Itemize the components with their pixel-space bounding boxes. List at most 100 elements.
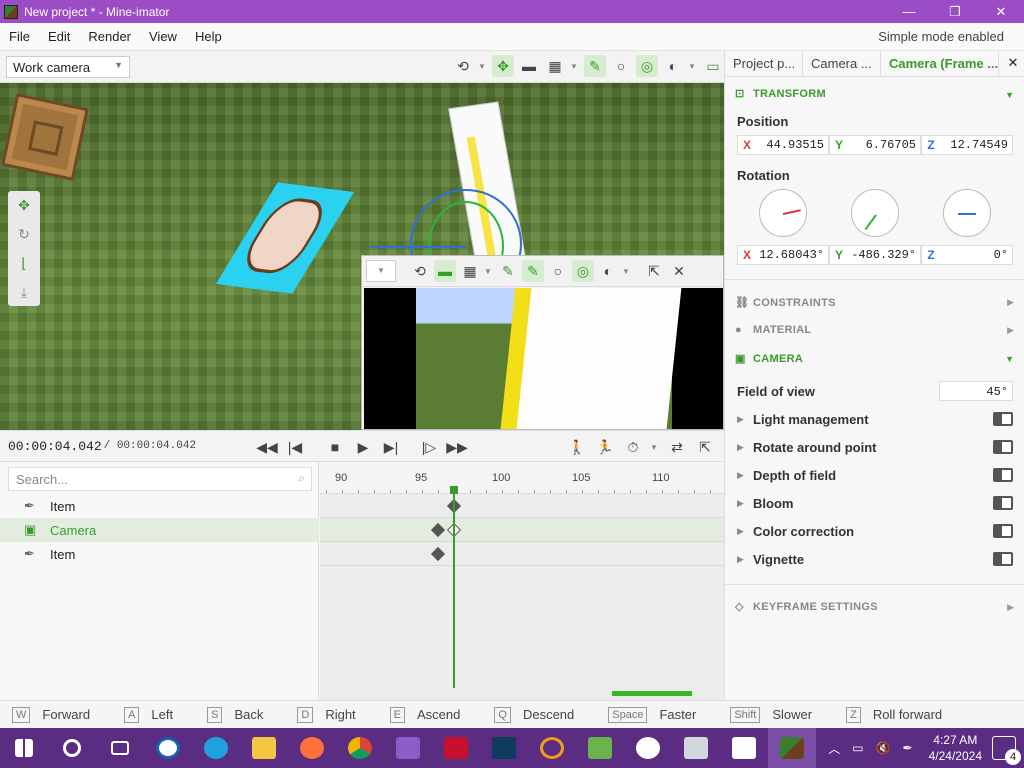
clock[interactable]: 4:27 AM 4/24/2024 bbox=[929, 732, 982, 764]
horizontal-scrollbar[interactable] bbox=[612, 691, 692, 696]
toggle[interactable] bbox=[993, 552, 1013, 566]
chevron-up-icon[interactable]: ︿ bbox=[828, 740, 840, 757]
pivot-icon[interactable]: ⟲ bbox=[409, 260, 431, 282]
tree-item-camera[interactable]: ▣ Camera bbox=[0, 518, 319, 542]
pen-icon[interactable]: ✒ bbox=[903, 741, 913, 755]
minimize-button[interactable]: — bbox=[886, 4, 932, 19]
snap-icon[interactable]: ▬ bbox=[434, 260, 456, 282]
position-x-field[interactable]: X 44.93515 bbox=[737, 135, 829, 155]
section-material[interactable]: ● MATERIAL bbox=[735, 324, 811, 336]
section-transform[interactable]: ⊡ TRANSFORM bbox=[735, 87, 826, 101]
menu-view[interactable]: View bbox=[140, 29, 186, 44]
chevron-down-icon[interactable]: ▼ bbox=[650, 443, 660, 452]
overlay-icon[interactable]: ◎ bbox=[572, 260, 594, 282]
section-keyframe-settings[interactable]: ◇ KEYFRAME SETTINGS bbox=[735, 600, 878, 614]
volume-muted-icon[interactable]: 🔇 bbox=[876, 741, 891, 755]
menu-help[interactable]: Help bbox=[186, 29, 231, 44]
camera-select[interactable]: Work camera ▼ bbox=[6, 56, 130, 78]
grid-icon[interactable]: ▦ bbox=[544, 55, 566, 77]
tree-item[interactable]: ✒ Item bbox=[0, 494, 319, 518]
mine-imator-icon[interactable] bbox=[768, 728, 816, 768]
tab-project[interactable]: Project p... bbox=[725, 51, 803, 76]
toggle[interactable] bbox=[993, 496, 1013, 510]
windows-start-icon[interactable] bbox=[0, 728, 48, 768]
menu-edit[interactable]: Edit bbox=[39, 29, 79, 44]
fg-app-icon[interactable] bbox=[432, 728, 480, 768]
chevron-down-icon[interactable]: ▼ bbox=[622, 267, 632, 276]
play-icon[interactable]: ▶ bbox=[352, 436, 374, 458]
search-input[interactable]: Search... ⌕ bbox=[8, 467, 312, 491]
scene-picture-object[interactable] bbox=[215, 182, 355, 294]
paint-icon[interactable]: ✎ bbox=[497, 260, 519, 282]
internet-explorer-icon[interactable] bbox=[192, 728, 240, 768]
rotation-y-field[interactable]: Y -486.329° bbox=[829, 245, 921, 265]
move-icon[interactable]: ✥ bbox=[13, 194, 35, 216]
circle-icon[interactable]: ○ bbox=[547, 260, 569, 282]
prop-bloom[interactable]: ▶ Bloom bbox=[737, 492, 1013, 514]
overlay-icon[interactable]: ◎ bbox=[636, 55, 658, 77]
next-marker-icon[interactable]: ▶| bbox=[380, 436, 402, 458]
run-icon[interactable]: 🏃 bbox=[594, 436, 616, 458]
loop-icon[interactable]: ⇄ bbox=[666, 436, 688, 458]
next-frame-icon[interactable]: |▷ bbox=[418, 436, 440, 458]
rotation-z-field[interactable]: Z 0° bbox=[921, 245, 1013, 265]
scale-icon[interactable]: ⌊ bbox=[13, 252, 35, 274]
close-icon[interactable]: ✕ bbox=[668, 260, 690, 282]
popout-icon[interactable]: ⇱ bbox=[643, 260, 665, 282]
timer-icon[interactable]: ⏱ bbox=[622, 436, 644, 458]
timeline-row[interactable] bbox=[320, 494, 724, 518]
chevron-right-icon[interactable]: ▶ bbox=[1007, 602, 1014, 613]
menu-render[interactable]: Render bbox=[79, 29, 140, 44]
stop-icon[interactable]: ■ bbox=[324, 436, 346, 458]
close-icon[interactable]: ✕ bbox=[1002, 51, 1024, 76]
toggle[interactable] bbox=[993, 524, 1013, 538]
notification-center-icon[interactable]: 4 bbox=[992, 736, 1021, 765]
chart-app-icon[interactable] bbox=[576, 728, 624, 768]
chevron-down-icon[interactable]: ▼ bbox=[1005, 90, 1014, 100]
menu-file[interactable]: File bbox=[0, 29, 39, 44]
shading-icon[interactable]: ◐ bbox=[662, 55, 684, 77]
document-app-icon[interactable] bbox=[720, 728, 768, 768]
obama-app-icon[interactable] bbox=[144, 728, 192, 768]
chevron-down-icon[interactable]: ▼ bbox=[484, 267, 494, 276]
timeline-row[interactable] bbox=[320, 542, 724, 566]
tab-camera-frame[interactable]: Camera (Frame ... bbox=[881, 51, 999, 76]
firefox-icon[interactable] bbox=[288, 728, 336, 768]
chrome-icon[interactable] bbox=[336, 728, 384, 768]
shading-icon[interactable]: ◐ bbox=[597, 260, 619, 282]
pivot-icon[interactable]: ⟲ bbox=[452, 55, 474, 77]
toggle[interactable] bbox=[993, 468, 1013, 482]
prop-color-correction[interactable]: ▶ Color correction bbox=[737, 520, 1013, 542]
chevron-down-icon[interactable]: ▼ bbox=[570, 62, 580, 71]
photos-app-icon[interactable] bbox=[672, 728, 720, 768]
rotation-z-dial[interactable] bbox=[943, 189, 991, 237]
search-app-icon[interactable] bbox=[528, 728, 576, 768]
vs-app-icon[interactable] bbox=[480, 728, 528, 768]
paint-icon[interactable]: ✎ bbox=[584, 55, 606, 77]
section-constraints[interactable]: ⛓ CONSTRAINTS bbox=[735, 296, 836, 310]
prop-rotate-around-point[interactable]: ▶ Rotate around point bbox=[737, 436, 1013, 458]
position-z-field[interactable]: Z 12.74549 bbox=[921, 135, 1013, 155]
task-view-icon[interactable] bbox=[96, 728, 144, 768]
visual-studio-icon[interactable] bbox=[384, 728, 432, 768]
settings-gear-icon[interactable] bbox=[624, 728, 672, 768]
chevron-right-icon[interactable]: ▶ bbox=[1007, 325, 1014, 336]
move-gizmo-icon[interactable]: ✥ bbox=[492, 55, 514, 77]
rotation-x-field[interactable]: X 12.68043° bbox=[737, 245, 829, 265]
preview-select[interactable]: ▼ bbox=[366, 260, 396, 282]
prop-depth-of-field[interactable]: ▶ Depth of field bbox=[737, 464, 1013, 486]
fov-field[interactable]: 45° bbox=[939, 381, 1013, 401]
file-explorer-icon[interactable] bbox=[240, 728, 288, 768]
playhead[interactable] bbox=[453, 488, 455, 688]
axis-gizmo[interactable] bbox=[370, 246, 466, 248]
viewport[interactable]: ✥ ↻ ⌊ ⤓ ▼ ⟲ ▬ ▦ ▼ ✎ ✎ ○ ◎ ◐ ▼ ⇱ ✕ bbox=[0, 83, 724, 430]
paint-icon[interactable]: ✎ bbox=[522, 260, 544, 282]
preview-icon[interactable]: ▭ bbox=[702, 55, 724, 77]
grid-icon[interactable]: ▦ bbox=[459, 260, 481, 282]
snap-icon[interactable]: ▬ bbox=[518, 55, 540, 77]
section-camera[interactable]: ▣ CAMERA bbox=[735, 352, 803, 366]
keyframe[interactable] bbox=[430, 546, 446, 562]
prop-light-management[interactable]: ▶ Light management bbox=[737, 408, 1013, 430]
bend-icon[interactable]: ⤓ bbox=[13, 281, 35, 303]
chevron-down-icon[interactable]: ▼ bbox=[478, 62, 488, 71]
